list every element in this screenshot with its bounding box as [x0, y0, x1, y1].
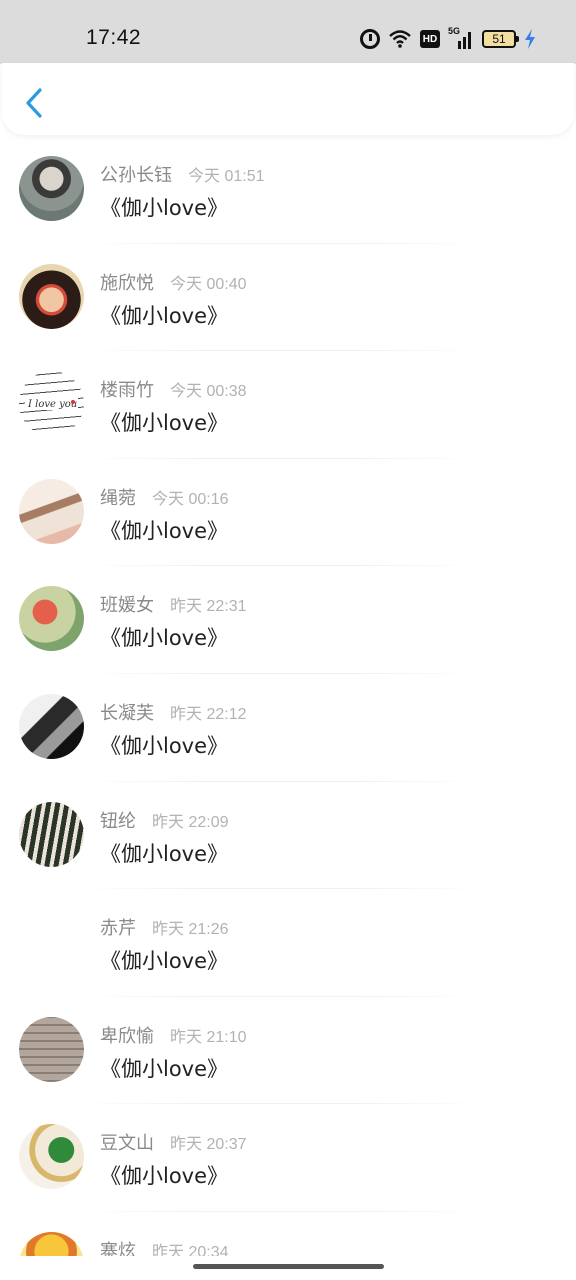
- user-name[interactable]: 楼雨竹: [100, 376, 154, 402]
- avatar[interactable]: [19, 263, 84, 329]
- chevron-left-icon: [26, 88, 42, 118]
- comment-text: 《伽小love》: [100, 1056, 229, 1081]
- avatar[interactable]: [19, 1016, 84, 1082]
- timestamp: 今天 00:40: [170, 275, 247, 293]
- avatar[interactable]: [19, 909, 84, 975]
- list-item[interactable]: I love you 楼雨竹 今天 00:38 《伽小love》: [0, 351, 576, 459]
- battery-icon: 51: [482, 30, 519, 48]
- wifi-icon: [388, 29, 412, 49]
- timestamp: 昨天 22:31: [170, 598, 247, 616]
- timestamp: 昨天 22:09: [152, 813, 229, 831]
- user-name[interactable]: 赤芹: [100, 914, 136, 940]
- avatar[interactable]: [19, 693, 84, 759]
- 5g-signal-icon: 5G: [448, 26, 474, 49]
- network-label: 5G: [448, 26, 461, 36]
- list-item[interactable]: 公孙长钰 今天 01:51 《伽小love》: [0, 136, 576, 244]
- list-item[interactable]: 赤芹 昨天 21:26 《伽小love》: [0, 889, 576, 997]
- status-time: 17:42: [86, 26, 142, 49]
- comment-list: 公孙长钰 今天 01:51 《伽小love》 施欣悦 今天 00:40 《伽小l…: [0, 136, 576, 1280]
- user-name[interactable]: 施欣悦: [100, 269, 154, 295]
- comment-text: 《伽小love》: [100, 949, 229, 974]
- user-name[interactable]: 班媛女: [100, 591, 154, 617]
- timestamp: 今天 00:38: [170, 383, 247, 401]
- user-name[interactable]: 卑欣愉: [100, 1022, 154, 1048]
- comment-text: 《伽小love》: [100, 1164, 229, 1189]
- timestamp: 昨天 21:26: [152, 921, 229, 939]
- hd-icon: HD: [420, 30, 440, 48]
- home-indicator[interactable]: [193, 1264, 384, 1269]
- charging-icon: [524, 29, 536, 49]
- back-button[interactable]: [20, 85, 50, 121]
- avatar[interactable]: [19, 156, 84, 221]
- list-item[interactable]: 施欣悦 今天 00:40 《伽小love》: [0, 244, 576, 352]
- avatar[interactable]: I love you: [19, 371, 84, 437]
- comment-text: 《伽小love》: [100, 196, 229, 220]
- list-item[interactable]: 班媛女 昨天 22:31 《伽小love》: [0, 566, 576, 674]
- user-name[interactable]: 豆文山: [100, 1129, 154, 1155]
- avatar[interactable]: [19, 801, 84, 867]
- status-icons: HD 5G 51: [360, 26, 536, 51]
- list-item[interactable]: 卑欣愉 昨天 21:10 《伽小love》: [0, 997, 576, 1105]
- comment-text: 《伽小love》: [100, 733, 229, 758]
- status-bar: 17:42 HD 5G 51: [0, 0, 576, 64]
- list-item[interactable]: 钮纶 昨天 22:09 《伽小love》: [0, 782, 576, 890]
- comment-text: 《伽小love》: [100, 841, 229, 866]
- list-item[interactable]: 绳菀 今天 00:16 《伽小love》: [0, 459, 576, 567]
- comment-text: 《伽小love》: [100, 303, 229, 328]
- timestamp: 昨天 22:12: [170, 705, 247, 723]
- avatar[interactable]: [19, 1124, 84, 1190]
- list-item[interactable]: 长凝芙 昨天 22:12 《伽小love》: [0, 674, 576, 782]
- comment-text: 《伽小love》: [100, 411, 229, 436]
- timestamp: 今天 00:16: [152, 490, 229, 508]
- alarm-icon: [360, 29, 380, 49]
- user-name[interactable]: 钮纶: [100, 807, 136, 833]
- timestamp: 今天 01:51: [188, 168, 265, 185]
- avatar[interactable]: [19, 586, 84, 652]
- comment-text: 《伽小love》: [100, 518, 229, 543]
- timestamp: 昨天 21:10: [170, 1028, 247, 1046]
- header-bar: [2, 63, 574, 135]
- i-love-you-image: I love you: [25, 396, 78, 411]
- user-name[interactable]: 公孙长钰: [100, 161, 172, 187]
- timestamp: 昨天 20:37: [170, 1136, 247, 1154]
- user-name[interactable]: 绳菀: [100, 484, 136, 510]
- svg-text:I love you: I love you: [27, 399, 77, 410]
- comment-text: 《伽小love》: [100, 626, 229, 651]
- user-name[interactable]: 长凝芙: [100, 699, 154, 725]
- list-item[interactable]: 豆文山 昨天 20:37 《伽小love》: [0, 1104, 576, 1212]
- avatar[interactable]: [19, 478, 84, 544]
